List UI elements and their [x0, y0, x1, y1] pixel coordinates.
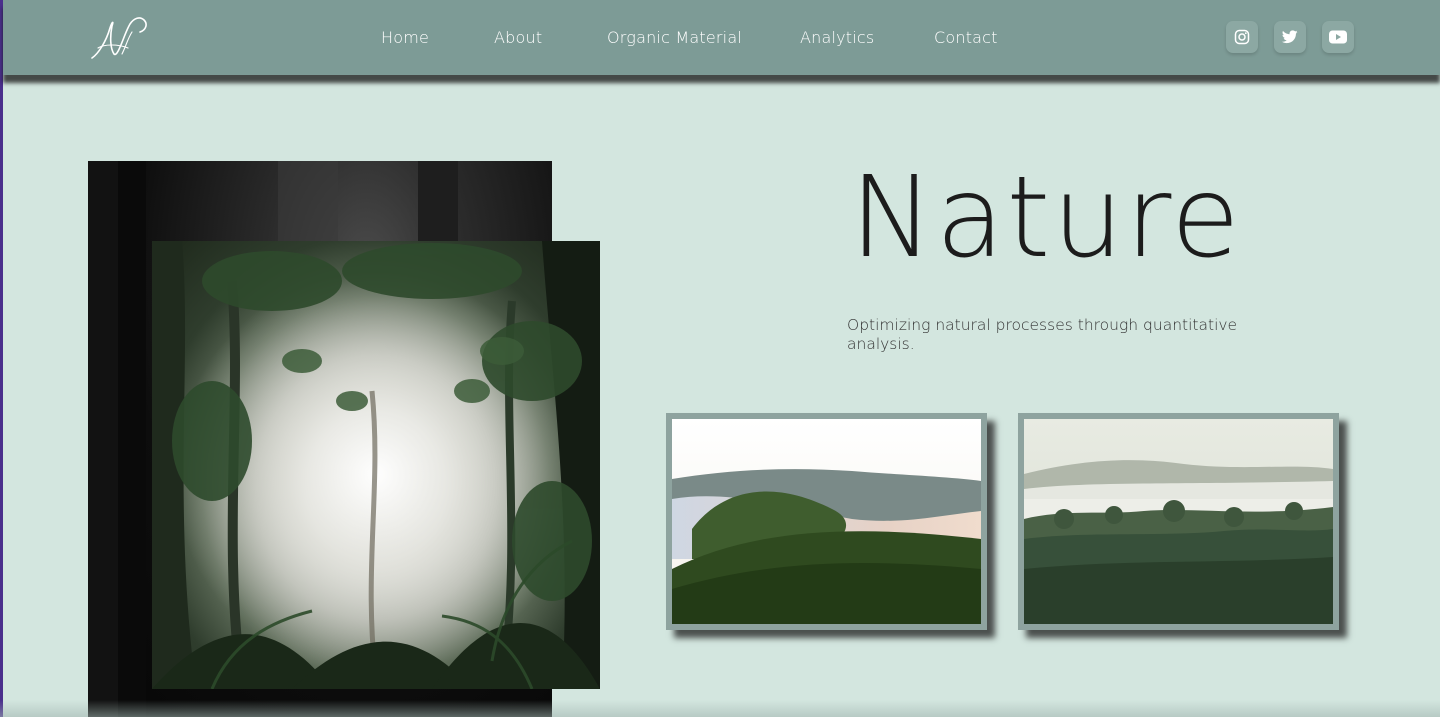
hero-title: Nature: [850, 153, 1242, 283]
instagram-button[interactable]: [1226, 21, 1258, 53]
navbar: Home About Organic Material Analytics Co…: [3, 0, 1440, 75]
instagram-icon: [1234, 29, 1250, 45]
foggy-hills-sunrise-photo: [666, 413, 987, 630]
logo[interactable]: [88, 14, 158, 62]
youtube-icon: [1329, 30, 1347, 44]
script-n-logo-icon: [91, 17, 147, 59]
misty-forest-photo: [1018, 413, 1339, 630]
window-edge: [0, 0, 3, 717]
nav-organic-material[interactable]: Organic Material: [607, 28, 742, 47]
twitter-icon: [1282, 30, 1298, 44]
youtube-button[interactable]: [1322, 21, 1354, 53]
nav-about[interactable]: About: [494, 28, 542, 47]
nav-home[interactable]: Home: [381, 28, 429, 47]
nav-analytics[interactable]: Analytics: [800, 28, 874, 47]
misty-jungle-photo: [152, 241, 600, 689]
bottom-fade: [0, 700, 1440, 717]
hero-subtitle: Optimizing natural processes through qua…: [847, 316, 1238, 353]
nav-contact[interactable]: Contact: [934, 28, 998, 47]
twitter-button[interactable]: [1274, 21, 1306, 53]
misty-forest-image: [1024, 419, 1333, 624]
foggy-hills-image: [672, 419, 981, 624]
page: Home About Organic Material Analytics Co…: [0, 0, 1440, 717]
jungle-foliage: [152, 241, 600, 689]
